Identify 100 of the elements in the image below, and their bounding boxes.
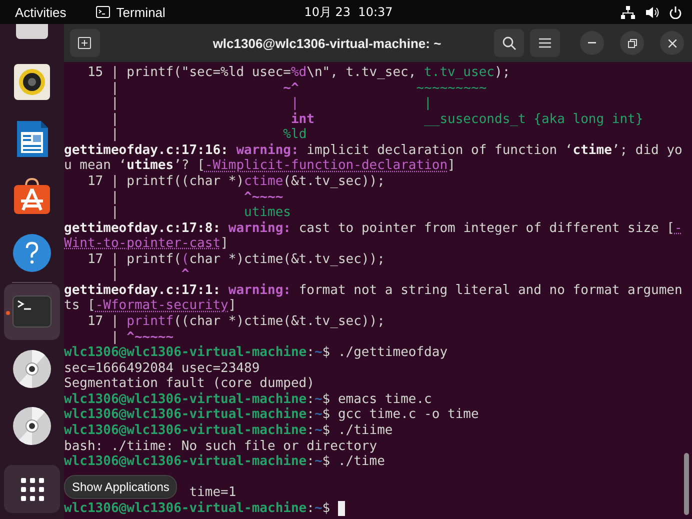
- prompt-path: ~: [314, 454, 322, 470]
- terminal-text: cast to pointer from integer of different size [: [298, 220, 675, 236]
- warning-text: ^: [181, 267, 190, 282]
- close-icon: [668, 38, 676, 48]
- window-title: wlc1306@wlc1306-virtual-machine: ~: [212, 36, 442, 50]
- activities-button[interactable]: Activities: [15, 4, 66, 20]
- terminal-text: $ ./tiime: [322, 422, 393, 438]
- terminal-text: |: [110, 96, 119, 112]
- terminal-icon: [96, 6, 110, 18]
- terminal-text: |: [110, 205, 119, 220]
- warning-text: ~^: [283, 80, 299, 96]
- prompt-path: ~: [314, 422, 322, 438]
- warning-text: ^~~~~~: [126, 330, 174, 345]
- app-menu[interactable]: Terminal: [96, 4, 166, 20]
- terminal-text: |: [110, 330, 119, 345]
- terminal-text: ts [: [64, 298, 96, 314]
- disc-icon[interactable]: [12, 406, 52, 446]
- minimize-button[interactable]: [580, 31, 604, 55]
- terminal-text: implicit declaration of function ‘: [306, 142, 573, 158]
- network-icon[interactable]: [621, 6, 635, 18]
- prompt-path: ~: [314, 345, 322, 360]
- terminal-text: format not a string literal and no format argumen: [298, 282, 682, 298]
- prompt-text: wlc1306@wlc1306-virtual-machine: [64, 392, 307, 407]
- close-button[interactable]: [660, 31, 684, 55]
- warning-text: warning:: [228, 220, 291, 236]
- warning-text: int: [290, 112, 314, 127]
- maximize-button[interactable]: [620, 31, 644, 55]
- prompt-path: ~: [314, 392, 322, 407]
- terminal-text: gettimeofday.c:17:1:: [64, 282, 221, 298]
- terminal-text: ((char *)ctime(&t.tv_sec));: [174, 314, 385, 329]
- terminal-text: ]: [220, 236, 228, 252]
- warning-text: ^~~~~: [244, 190, 284, 204]
- grid-icon: [20, 478, 44, 500]
- prompt-text: wlc1306@wlc1306-virtual-machine: [64, 500, 307, 516]
- tooltip: Show Applications: [64, 475, 178, 499]
- terminal-text: $ emacs time.c: [322, 392, 432, 407]
- terminal-text: time=1: [189, 485, 236, 500]
- restore-icon: [628, 38, 636, 48]
- terminal-text: bash: ./tiime: No such file or directory: [64, 438, 378, 454]
- terminal-text: ’? [: [174, 158, 205, 174]
- terminal-text: sec=1666492084 usec=23489: [64, 360, 260, 376]
- warning-option-link[interactable]: -: [674, 220, 682, 236]
- terminal-text: utimes: [126, 158, 174, 174]
- terminal-text: 17 | printf(: [87, 252, 182, 267]
- terminal-text: ctime: [572, 142, 612, 158]
- power-icon[interactable]: [669, 6, 682, 18]
- minimize-icon: [588, 42, 596, 44]
- terminal-text: gettimeofday.c:17:8:: [64, 220, 221, 236]
- terminal-text: $ gcc time.c -o time: [322, 407, 479, 422]
- hint-text: |: [424, 96, 432, 112]
- new-tab-button[interactable]: [70, 29, 100, 57]
- prompt-text: wlc1306@wlc1306-virtual-machine: [64, 422, 307, 438]
- volume-icon[interactable]: [645, 6, 659, 18]
- text-cursor: [338, 500, 345, 516]
- terminal-text: |: [110, 190, 119, 204]
- terminal-text: char *)ctime(&t.tv_sec));: [189, 252, 385, 267]
- warning-option-link[interactable]: -Wimplicit-function-declaration: [204, 158, 448, 174]
- prompt-text: wlc1306@wlc1306-virtual-machine: [64, 345, 307, 360]
- search-button[interactable]: [494, 29, 524, 57]
- highlighted-text: printf: [126, 314, 174, 329]
- warning-text: warning:: [236, 142, 299, 158]
- highlighted-text: ctime: [244, 174, 284, 189]
- shopping-bag-icon[interactable]: [12, 176, 52, 216]
- terminal-text: :: [306, 422, 314, 438]
- terminal-text: u mean ‘: [64, 158, 127, 174]
- terminal-text: gettimeofday.c:17:16:: [64, 142, 228, 158]
- terminal-text: $: [322, 500, 330, 516]
- hint-text: %ld: [283, 127, 307, 142]
- warning-text: warning:: [228, 282, 291, 298]
- terminal-text: $ ./time: [322, 454, 385, 470]
- disc-icon[interactable]: [12, 349, 52, 389]
- terminal-text: ]: [228, 298, 236, 314]
- terminal-text: Segmentation fault (core dumped): [64, 376, 314, 392]
- clock[interactable]: 10月 23 10:37: [304, 4, 393, 20]
- help-icon[interactable]: [12, 233, 52, 273]
- terminal-text: \n", t.tv_sec,: [306, 65, 416, 80]
- terminal-text: |: [110, 112, 119, 127]
- hint-text: ~~~~~~~~~: [416, 80, 487, 96]
- terminal-text: |: [110, 267, 119, 282]
- terminal-text: (&t.tv_sec));: [283, 174, 385, 189]
- prompt-text: wlc1306@wlc1306-virtual-machine: [64, 407, 307, 422]
- highlighted-text: %d: [290, 65, 307, 80]
- warning-option-link[interactable]: -Wformat-security: [95, 298, 228, 314]
- warning-option-link[interactable]: Wint-to-pointer-cast: [64, 236, 221, 252]
- terminal-text: :: [306, 345, 314, 360]
- show-applications-button[interactable]: [4, 465, 60, 513]
- search-icon: [502, 36, 516, 50]
- hint-text: __suseconds_t {aka long int}: [424, 112, 644, 127]
- speaker-icon[interactable]: [12, 62, 52, 102]
- highlighted-text: (: [181, 252, 190, 267]
- terminal-text: $ ./gettimeofday: [322, 345, 448, 360]
- scrollbar[interactable]: [684, 453, 689, 515]
- terminal-text: 15 | printf("sec=%ld usec=: [87, 65, 291, 80]
- prompt-text: wlc1306@wlc1306-virtual-machine: [64, 454, 307, 470]
- menu-button[interactable]: [530, 29, 560, 57]
- terminal-text: |: [110, 127, 119, 142]
- terminal-text: 17 | printf((char *): [87, 174, 244, 189]
- prompt-path: ~: [314, 407, 322, 422]
- terminal-text: :: [306, 454, 314, 470]
- hint-text: utimes: [244, 205, 291, 220]
